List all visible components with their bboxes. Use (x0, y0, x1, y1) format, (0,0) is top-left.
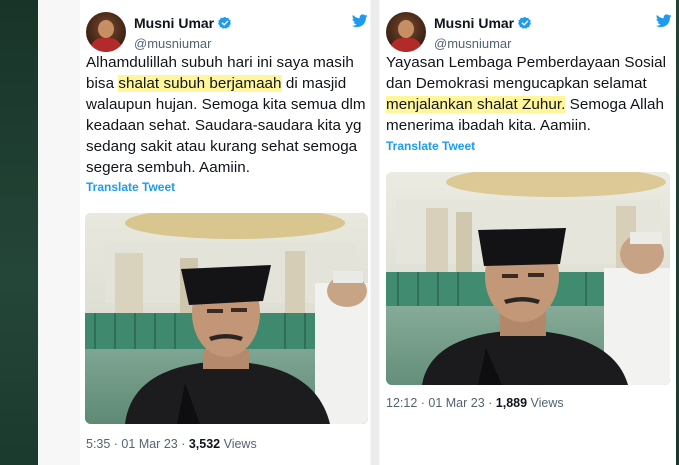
twitter-bird-icon (656, 14, 672, 28)
selfie-photo-image (85, 213, 368, 424)
divider (371, 0, 379, 465)
author-name[interactable]: Musni Umar (134, 15, 214, 31)
selfie-photo-image (386, 172, 670, 385)
views-label: Views (220, 437, 257, 451)
tweet-photo[interactable] (85, 213, 368, 424)
views-count: 3,532 (188, 437, 221, 451)
tweet-text: Yayasan Lembaga Pemberdayaan Sosial dan … (386, 54, 667, 134)
views-label: Views (527, 396, 564, 410)
verified-badge-icon (518, 16, 532, 29)
highlighted-phrase: menjalankan shalat Zuhur. (386, 96, 566, 113)
tweet-meta: 12:12 · 01 Mar 23 · 1,889 Views (386, 396, 564, 410)
tweet-timestamp[interactable]: 12:12 · 01 Mar 23 · (386, 396, 496, 410)
tweet-timestamp[interactable]: 5:35 · 01 Mar 23 · (86, 437, 189, 451)
twitter-bird-icon (352, 14, 368, 28)
author-name[interactable]: Musni Umar (434, 15, 514, 31)
background-frame-left (0, 0, 38, 465)
verified-badge-icon (218, 16, 232, 29)
tweet-card[interactable]: Musni Umar @musniumar Yayasan Lembaga Pe… (380, 0, 676, 465)
views-count: 1,889 (495, 396, 528, 410)
translate-tweet-link[interactable]: Translate Tweet (86, 180, 175, 194)
tweet-text: Alhamdulillah subuh hari ini saya masih … (86, 54, 366, 176)
tweet-card[interactable]: Musni Umar @musniumar Alhamdulillah subu… (80, 0, 370, 465)
tweet-meta: 5:35 · 01 Mar 23 · 3,532 Views (86, 437, 257, 451)
tweet-photo[interactable] (386, 172, 670, 385)
highlighted-phrase: shalat subuh berjamaah (118, 75, 282, 92)
avatar[interactable] (86, 12, 126, 52)
translate-tweet-link[interactable]: Translate Tweet (386, 139, 475, 153)
author-handle[interactable]: @musniumar (134, 36, 212, 51)
author-handle[interactable]: @musniumar (434, 36, 512, 51)
screenshot-sheet: Musni Umar @musniumar Alhamdulillah subu… (38, 0, 676, 465)
avatar[interactable] (386, 12, 426, 52)
